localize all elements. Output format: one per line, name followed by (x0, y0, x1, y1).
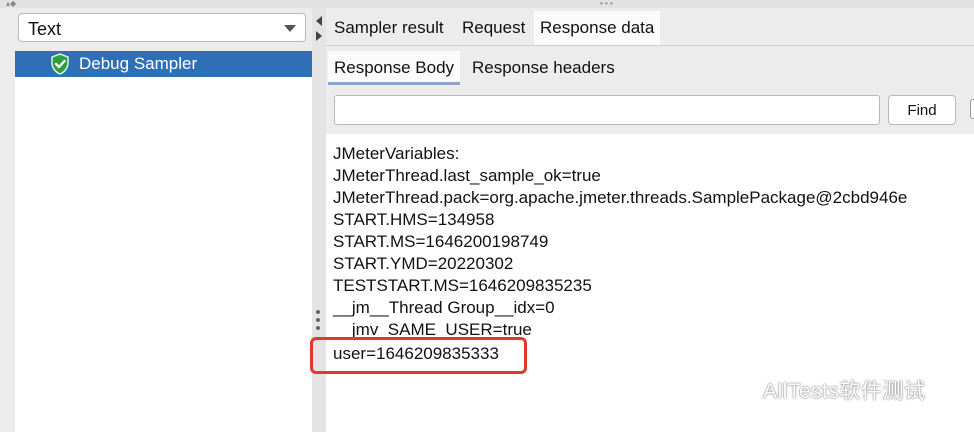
response-line: JMeterThread.last_sample_ok=true (333, 166, 601, 185)
green-shield-check-icon (51, 53, 69, 75)
option-checkbox[interactable] (970, 99, 974, 119)
results-tree: Debug Sampler (15, 51, 312, 432)
top-edge: ▴◆ • • • (0, 0, 974, 8)
response-line: __jm__Thread Group__idx=0 (333, 298, 555, 317)
tab-response-body[interactable]: Response Body (328, 51, 461, 85)
expand-right-icon[interactable] (316, 31, 322, 41)
highlight-box (310, 337, 527, 374)
response-line: START.MS=1646200198749 (333, 232, 549, 251)
watermark: AllTests软件测试 (727, 373, 957, 403)
response-line: START.HMS=134958 (333, 210, 495, 229)
tab-request[interactable]: Request (456, 11, 531, 45)
drag-handle-icon[interactable] (316, 310, 322, 334)
wechat-icon (728, 376, 756, 399)
response-line: JMeterVariables: (333, 144, 460, 163)
tabs-divider (326, 45, 974, 46)
response-line: START.YMD=20220302 (333, 254, 514, 273)
response-line: TESTSTART.MS=1646209835235 (333, 276, 592, 295)
collapse-left-icon[interactable] (316, 16, 322, 26)
grip-icon: ▴◆ (6, 0, 17, 8)
watermark-text: AllTests软件测试 (763, 380, 926, 403)
chevron-down-icon (284, 25, 296, 32)
grip-icon: • • • (600, 0, 613, 8)
find-button[interactable]: Find (888, 95, 956, 125)
tree-item-label: Debug Sampler (79, 54, 198, 73)
search-input[interactable] (334, 95, 880, 125)
render-type-value: Text (28, 19, 62, 39)
tab-response-headers[interactable]: Response headers (466, 51, 621, 85)
tab-sampler-result[interactable]: Sampler result (328, 11, 450, 45)
tab-response-data[interactable]: Response data (534, 11, 661, 45)
render-type-select[interactable]: Text (18, 13, 306, 42)
tree-item-debug-sampler[interactable]: Debug Sampler (15, 51, 312, 77)
response-line: JMeterThread.pack=org.apache.jmeter.thre… (333, 188, 908, 207)
left-panel: Text Debug Sampler (0, 8, 312, 432)
search-bar: Find (326, 88, 974, 134)
